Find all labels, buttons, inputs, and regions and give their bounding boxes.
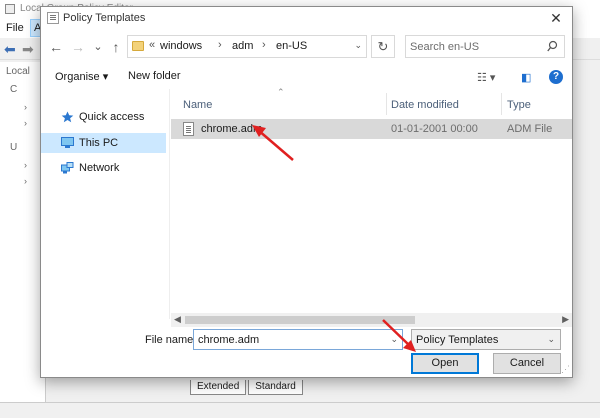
tab-standard[interactable]: Standard [248, 380, 303, 395]
file-date-modified: 01-01-2001 00:00 [391, 123, 478, 135]
computer-icon [61, 137, 74, 148]
nav-item-quick-access[interactable]: Quick access [41, 107, 166, 127]
menu-file[interactable]: File [6, 22, 24, 34]
tree-expand-icon[interactable]: › [24, 102, 27, 112]
address-overflow[interactable]: « [149, 39, 155, 51]
chevron-right-icon[interactable]: › [262, 39, 266, 51]
star-icon [61, 111, 74, 123]
back-arrow-icon[interactable]: ⬅ [4, 41, 16, 58]
column-divider[interactable] [386, 93, 387, 115]
chevron-right-icon[interactable]: › [218, 39, 222, 51]
resize-grip-icon[interactable]: ⋰ [561, 364, 570, 375]
open-button[interactable]: Open [411, 353, 479, 374]
scroll-left-icon[interactable]: ◀ [174, 314, 181, 325]
recent-locations-icon[interactable]: ⌄ [89, 37, 107, 57]
refresh-button[interactable]: ↻ [371, 35, 395, 58]
preview-pane-icon[interactable]: ◧ [521, 71, 531, 84]
cancel-button[interactable]: Cancel [493, 353, 561, 374]
tree-expand-icon[interactable]: › [24, 118, 27, 128]
close-button[interactable]: ✕ [546, 9, 566, 27]
file-name-combobox[interactable]: ⌄ [193, 329, 403, 350]
search-icon[interactable] [547, 40, 558, 54]
network-icon [61, 162, 74, 174]
column-header-type[interactable]: Type [507, 99, 531, 119]
chevron-down-icon[interactable]: ⌄ [390, 334, 398, 345]
tree-item-user[interactable]: U [10, 142, 17, 153]
tab-extended[interactable]: Extended [190, 380, 247, 395]
pane-divider[interactable] [169, 89, 170, 319]
tree-item-root[interactable]: Local [6, 66, 30, 77]
up-icon[interactable]: ↑ [107, 37, 125, 57]
chevron-down-icon[interactable]: ⌄ [547, 334, 555, 345]
policy-templates-dialog: Policy Templates ✕ ← → ⌄ ↑ « windows › a… [40, 6, 573, 378]
forward-icon[interactable]: → [69, 37, 87, 57]
folder-icon [132, 41, 144, 51]
nav-label: This PC [79, 137, 119, 149]
background-statusbar [0, 402, 600, 418]
file-row[interactable]: chrome.adm 01-01-2001 00:00 ADM File [171, 119, 572, 139]
file-name: chrome.adm [201, 123, 263, 135]
forward-arrow-icon[interactable]: ➡ [22, 41, 34, 58]
file-type-select[interactable]: Policy Templates ⌄ [411, 329, 561, 350]
organise-button[interactable]: Organise ▾ [55, 70, 108, 83]
app-icon [5, 4, 15, 14]
address-segment-adm[interactable]: adm [232, 40, 253, 52]
dialog-title: Policy Templates [63, 12, 146, 24]
file-name-field[interactable] [198, 332, 378, 347]
scrollbar-thumb[interactable] [185, 316, 415, 324]
sort-ascending-icon: ⌃ [277, 87, 285, 97]
view-options-icon[interactable]: ☷ ▾ [477, 71, 495, 84]
file-type-value: Policy Templates [416, 334, 499, 346]
column-header-date-modified[interactable]: Date modified [391, 99, 459, 119]
navigation-pane: Quick access This PC Network [41, 93, 166, 313]
new-folder-button[interactable]: New folder [128, 70, 181, 82]
tree-item-computer[interactable]: C [10, 84, 17, 95]
nav-label: Quick access [79, 111, 145, 123]
nav-item-this-pc[interactable]: This PC [41, 133, 166, 153]
search-box[interactable] [405, 35, 565, 58]
help-icon[interactable]: ? [549, 70, 563, 84]
chevron-down-icon[interactable]: ⌄ [354, 40, 362, 51]
back-icon[interactable]: ← [47, 37, 65, 57]
nav-label: Network [79, 162, 120, 174]
horizontal-scrollbar[interactable]: ◀ ▶ [171, 313, 572, 327]
file-icon [183, 122, 194, 136]
search-input[interactable] [410, 39, 538, 55]
tree-expand-icon[interactable]: › [24, 160, 27, 170]
file-list: ⌃ Name Date modified Type chrome.adm 01-… [171, 87, 572, 319]
document-icon [47, 12, 59, 24]
background-tabs: Extended Standard [190, 380, 305, 396]
address-segment-windows[interactable]: windows [160, 40, 202, 52]
command-bar: Organise ▾ New folder ☷ ▾ ◧ ? [41, 65, 572, 89]
file-type: ADM File [507, 123, 553, 135]
scroll-right-icon[interactable]: ▶ [562, 314, 569, 325]
address-bar[interactable]: « windows › adm › en-US ⌄ [127, 35, 367, 58]
address-segment-en-us[interactable]: en-US [276, 40, 307, 52]
column-divider[interactable] [501, 93, 502, 115]
tree-expand-icon[interactable]: › [24, 176, 27, 186]
column-header-name[interactable]: Name [183, 99, 212, 119]
file-name-label: File name: [145, 334, 197, 346]
nav-item-network[interactable]: Network [41, 158, 166, 178]
